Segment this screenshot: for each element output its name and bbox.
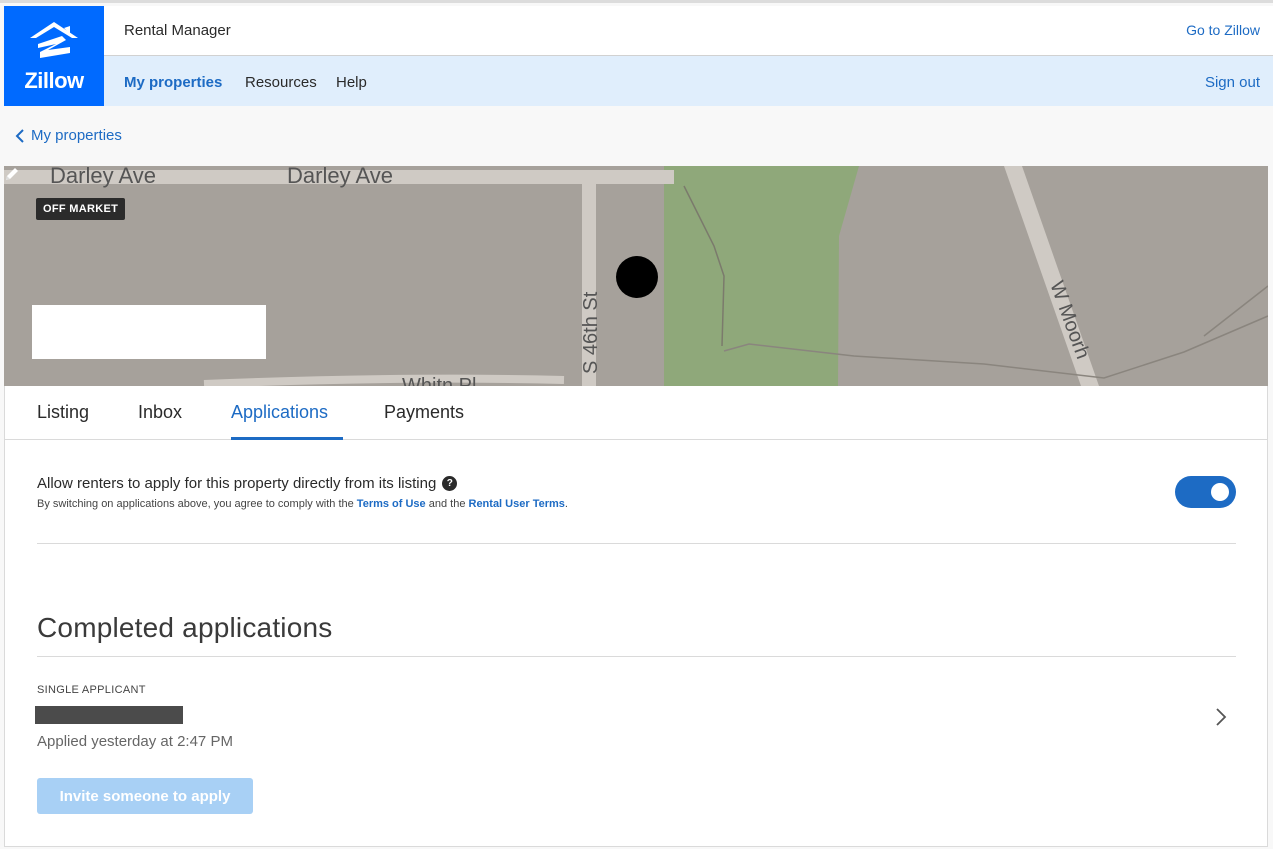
applied-timestamp: Applied yesterday at 2:47 PM xyxy=(37,733,233,750)
street-label-3: S 46th St xyxy=(580,291,602,374)
edit-pencil-icon[interactable] xyxy=(4,166,20,182)
page: Zillow Rental Manager Go to Zillow My pr… xyxy=(0,0,1273,849)
property-card: Listing Inbox Applications Payments Allo… xyxy=(4,386,1268,847)
tab-listing[interactable]: Listing xyxy=(37,402,89,423)
zillow-house-icon xyxy=(30,22,78,58)
terms-mid: and the xyxy=(428,498,466,510)
tab-payments[interactable]: Payments xyxy=(384,402,464,423)
tab-applications[interactable]: Applications xyxy=(231,402,328,423)
allow-applications-text: Allow renters to apply for this property… xyxy=(37,475,437,492)
terms-of-use-link[interactable]: Terms of Use xyxy=(357,498,426,510)
invite-someone-button[interactable]: Invite someone to apply xyxy=(37,778,253,814)
zillow-logo[interactable]: Zillow xyxy=(4,6,104,106)
tab-bar: Listing Inbox Applications Payments xyxy=(5,386,1267,440)
nav-my-properties[interactable]: My properties xyxy=(124,74,222,91)
chevron-left-icon xyxy=(15,128,24,143)
header: Zillow Rental Manager Go to Zillow My pr… xyxy=(4,6,1273,106)
chevron-right-icon[interactable] xyxy=(1215,707,1227,727)
sign-out-link[interactable]: Sign out xyxy=(1205,74,1260,91)
applicant-type-label: SINGLE APPLICANT xyxy=(37,684,146,696)
terms-suffix: . xyxy=(564,498,568,510)
allow-applications-label: Allow renters to apply for this property… xyxy=(37,475,458,492)
terms-notice: By switching on applications above, you … xyxy=(37,498,568,510)
street-label-2: Darley Ave xyxy=(287,166,393,188)
top-bar: Rental Manager Go to Zillow xyxy=(104,6,1273,56)
rental-user-terms-link[interactable]: Rental User Terms xyxy=(469,498,565,510)
help-icon[interactable]: ? xyxy=(442,476,458,491)
logo-text: Zillow xyxy=(24,68,84,93)
property-address-redacted xyxy=(32,305,266,359)
street-label-5: Whitn Pl xyxy=(402,375,476,386)
tab-inbox[interactable]: Inbox xyxy=(138,402,182,423)
street-label-1: Darley Ave xyxy=(50,166,156,188)
go-to-zillow-link[interactable]: Go to Zillow xyxy=(1186,22,1260,38)
terms-prefix: By switching on applications above, you … xyxy=(37,498,354,510)
back-link-label: My properties xyxy=(31,127,122,144)
toggle-knob xyxy=(1211,483,1229,501)
completed-applications-heading: Completed applications xyxy=(37,612,333,643)
property-marker xyxy=(616,256,658,298)
divider xyxy=(37,543,1236,544)
off-market-badge: OFF MARKET xyxy=(36,198,126,220)
back-to-my-properties[interactable]: My properties xyxy=(15,127,122,144)
divider xyxy=(37,656,1236,657)
applications-toggle[interactable] xyxy=(1175,476,1236,508)
property-map[interactable]: Darley Ave Darley Ave S 46th St W Moorh … xyxy=(4,166,1268,386)
nav-resources[interactable]: Resources xyxy=(245,74,317,91)
active-tab-indicator xyxy=(231,437,343,440)
applicant-name-redacted xyxy=(35,706,183,724)
nav-bar: My properties Resources Help Sign out xyxy=(104,56,1273,106)
nav-help[interactable]: Help xyxy=(336,74,367,91)
app-title: Rental Manager xyxy=(124,22,231,39)
